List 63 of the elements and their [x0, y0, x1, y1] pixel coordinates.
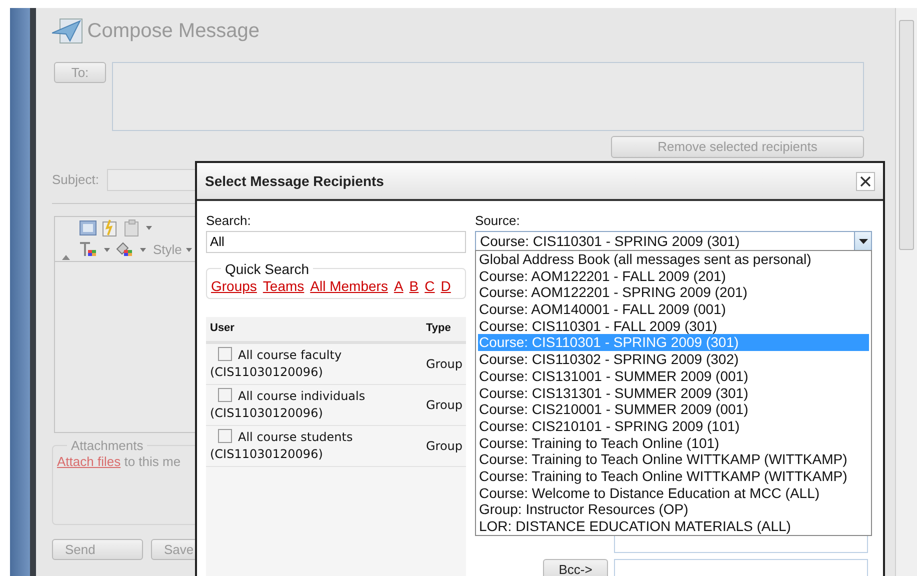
type-cell-text: Group [426, 396, 463, 414]
dropdown-option[interactable]: Course: Training to Teach Online WITTKAMP (WITTKAMP) [478, 451, 869, 468]
caret-icon[interactable] [103, 246, 111, 254]
dropdown-option[interactable]: Course: AOM122201 - SPRING 2009 (201) [478, 284, 869, 302]
dropdown-option[interactable]: Course: CIS110302 - SPRING 2009 (302) [478, 351, 869, 368]
quick-search-link[interactable]: All Members [310, 278, 388, 294]
quick-search-link[interactable]: D [440, 278, 451, 294]
caret-icon[interactable] [145, 224, 153, 232]
dropdown-option[interactable]: Course: Welcome to Distance Education at MCC (ALL) [478, 484, 869, 502]
recipients-field[interactable] [112, 62, 864, 131]
dropdown-option[interactable]: Global Address Book (all messages sent as personal) [478, 251, 869, 268]
close-icon [860, 176, 871, 186]
dropdown-option[interactable]: Course: CIS110301 - FALL 2009 (301) [478, 318, 869, 334]
type-cell-text: Group [426, 356, 463, 372]
quick-search-link[interactable]: B [409, 278, 419, 294]
checkbox[interactable] [218, 388, 232, 402]
bcc-button[interactable]: Bcc-> [543, 559, 608, 576]
column-header: User [209, 320, 236, 336]
dropdown-option[interactable]: Course: CIS131001 - SUMMER 2009 (001) [478, 368, 869, 384]
dropdown-option[interactable]: Group: Instructor Resources (OP) [478, 501, 869, 518]
quick-search-link[interactable]: Teams [262, 278, 304, 294]
attachments-label: Attachments [70, 439, 144, 452]
search-field[interactable]: All [206, 230, 466, 252]
dropdown-option[interactable]: Course: CIS210001 - SUMMER 2009 (001) [478, 401, 869, 418]
user-name: All course students [238, 430, 353, 444]
fill-color-icon[interactable] [115, 241, 135, 259]
dropdown-option[interactable]: Course: Training to Teach Online (101) [478, 434, 869, 452]
dropdown-option[interactable]: LOR: DISTANCE EDUCATION MATERIALS (ALL) [478, 518, 869, 535]
dropdown-option[interactable]: Course: Training to Teach Online WITTKAMP (WITTKAMP) [478, 468, 869, 485]
user-name: All course faculty [238, 348, 342, 362]
source-label: Source: [475, 212, 521, 230]
subject-label: Subject: [52, 171, 99, 190]
caret-icon [184, 246, 193, 254]
text-color-icon[interactable] [79, 241, 99, 259]
user-code: (CIS11030120096) [210, 404, 324, 422]
quick-search-link[interactable]: Groups [211, 278, 257, 294]
checkbox[interactable] [218, 346, 232, 361]
clipboard-icon[interactable] [123, 219, 141, 237]
quick-search-link[interactable]: A [394, 278, 404, 294]
paste-text-icon[interactable] [101, 219, 119, 237]
bcc-field[interactable] [614, 559, 868, 576]
search-label: Search: [206, 212, 252, 230]
user-code: (CIS11030120096) [210, 446, 324, 462]
type-cell-text: Group [426, 438, 463, 454]
paper-plane-icon [52, 17, 84, 45]
checkbox[interactable] [218, 428, 232, 443]
scrollbar-thumb[interactable] [899, 20, 914, 250]
user-name: All course individuals [238, 388, 366, 403]
dropdown-option[interactable]: Course: AOM122201 - FALL 2009 (201) [478, 268, 869, 284]
dropdown-option[interactable]: Course: CIS131301 - SUMMER 2009 (301) [478, 384, 869, 402]
dropdown-option[interactable]: Course: AOM140001 - FALL 2009 (001) [478, 301, 869, 318]
form-icon[interactable] [79, 219, 97, 237]
page-title: Compose Message [87, 19, 260, 44]
dropdown-arrow-icon [858, 238, 868, 244]
quick-search-link[interactable]: C [424, 278, 435, 294]
collapse-toolbar-icon[interactable] [61, 253, 71, 261]
dialog-title: Select Message Recipients [205, 172, 384, 191]
quick-search-label: Quick Search [224, 262, 310, 276]
dropdown-option[interactable]: Course: CIS210101 - SPRING 2009 (101) [478, 418, 869, 435]
column-header: Type [426, 321, 451, 336]
caret-icon[interactable] [139, 246, 147, 254]
user-code: (CIS11030120096) [210, 364, 324, 380]
close-button[interactable] [856, 172, 875, 190]
